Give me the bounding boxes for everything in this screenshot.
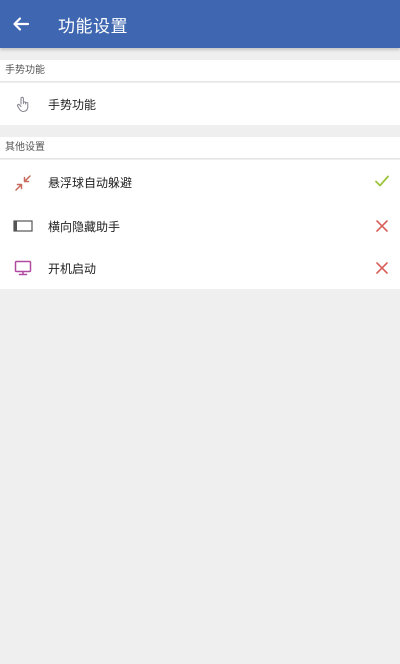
setting-row-gesture[interactable]: 手势功能 — [0, 83, 400, 125]
app-bar: 功能设置 — [0, 0, 400, 48]
arrow-left-icon — [12, 15, 30, 33]
setting-label-gesture: 手势功能 — [48, 97, 97, 112]
monitor-icon — [12, 257, 34, 279]
section-header-gesture: 手势功能 — [0, 60, 400, 82]
setting-label-boot-start: 开机启动 — [48, 261, 97, 276]
gesture-card: 手势功能 — [0, 83, 400, 125]
checkmark-icon[interactable] — [374, 173, 390, 189]
setting-label-horizontal-hide: 横向隐藏助手 — [48, 219, 121, 234]
other-settings-card: 悬浮球自动躲避 横向隐藏助手 开机启动 — [0, 160, 400, 289]
cross-icon[interactable] — [374, 218, 390, 234]
page-title: 功能设置 — [58, 16, 128, 37]
setting-row-float-ball-avoid[interactable]: 悬浮球自动躲避 — [0, 160, 400, 205]
collapse-arrows-icon — [12, 172, 34, 194]
setting-label-float-ball-avoid: 悬浮球自动躲避 — [48, 176, 133, 190]
hand-pointer-icon — [12, 93, 34, 115]
cross-icon[interactable] — [374, 260, 390, 276]
back-button[interactable] — [1, 0, 41, 48]
setting-row-boot-start[interactable]: 开机启动 — [0, 247, 400, 289]
rectangle-edge-icon — [12, 215, 34, 237]
setting-row-horizontal-hide[interactable]: 横向隐藏助手 — [0, 205, 400, 247]
section-header-other: 其他设置 — [0, 137, 400, 159]
